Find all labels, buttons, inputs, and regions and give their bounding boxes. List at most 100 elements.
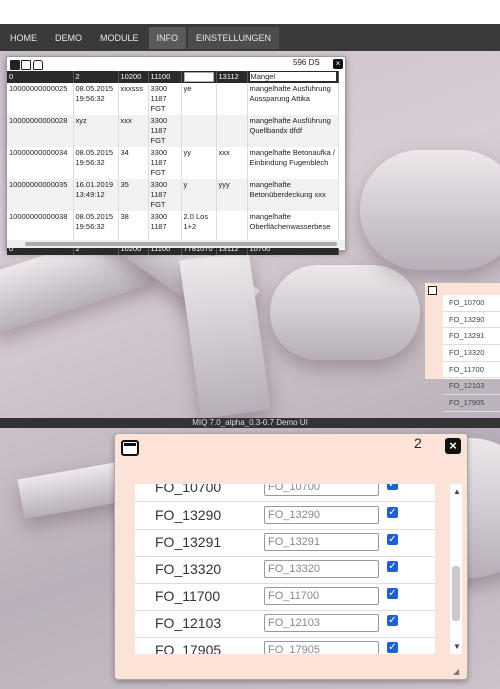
table-cell [181, 115, 217, 148]
filter-input[interactable] [183, 72, 214, 83]
field-checkbox[interactable]: ✓ [387, 642, 398, 653]
scroll-down-icon[interactable]: ▼ [453, 642, 461, 651]
table-cell: y [181, 179, 217, 212]
table-row[interactable]: 10000000000028 xyz xxx 3300 1187 FGT man… [7, 115, 339, 148]
status-bar: MIQ 7.0_alpha_0.3-0.7 Demo UI [0, 418, 500, 428]
menu-module[interactable]: MODULE [92, 27, 147, 49]
list-item[interactable]: FO_11700 [443, 362, 500, 379]
close-icon[interactable]: × [333, 59, 343, 69]
field-checkbox[interactable]: ✓ [387, 588, 398, 599]
field-input[interactable]: FO_11700 [264, 587, 379, 605]
table-cell: 2.0 Los 1+2 [181, 211, 217, 244]
table-cell: mangelhafte Ausführung Aussparung Attika [247, 83, 339, 116]
window-icon[interactable] [10, 60, 20, 70]
data-grid-panel: 596 DS × 0 2 10200 11100 13112 Mangel 10… [6, 56, 346, 256]
table-row[interactable]: 10000000000034 08.05.2015 19:56:32 34 33… [7, 147, 339, 180]
list-item[interactable]: FO_12103 FO_12103 ✓ [135, 610, 435, 638]
table-cell: yyy [216, 179, 248, 212]
list-item[interactable]: FO_11700 FO_11700 ✓ [135, 583, 435, 611]
field-checkbox[interactable]: ✓ [387, 484, 398, 490]
scrollbar-thumb[interactable] [25, 242, 337, 246]
list-item[interactable]: FO_10700 [443, 295, 500, 312]
lock-icon[interactable] [33, 60, 43, 70]
table-cell [216, 211, 248, 244]
table-cell: 10000000000025 [7, 83, 74, 116]
field-checkbox[interactable]: ✓ [387, 615, 398, 626]
header-cell: 10200 [118, 71, 149, 84]
field-input[interactable]: FO_10700 [264, 484, 379, 496]
menu-info[interactable]: INFO [148, 26, 187, 49]
window-icon[interactable] [121, 440, 139, 456]
field-label: FO_13290 [155, 507, 222, 523]
list-item[interactable]: FO_17905 FO_17905 ✓ [135, 637, 435, 654]
table-cell: mangelhafte Oberflächenwasserbese [247, 211, 339, 244]
vertical-scrollbar[interactable]: ▲ ▼ [450, 484, 462, 654]
field-input[interactable]: FO_17905 [264, 641, 379, 654]
table-cell: 34 [118, 147, 149, 180]
side-list: FO_10700 FO_13290 FO_13291 FO_13320 FO_1… [443, 295, 500, 412]
close-icon[interactable]: × [445, 438, 461, 454]
list-item[interactable]: FO_13291 FO_13291 ✓ [135, 529, 435, 557]
scroll-up-icon[interactable]: ▲ [453, 487, 461, 496]
field-label: FO_13320 [155, 561, 222, 577]
table-cell: 16.01.2019 13:49:12 [73, 179, 119, 212]
field-checkbox[interactable]: ✓ [387, 534, 398, 545]
field-input[interactable]: FO_13290 [264, 506, 379, 524]
table-cell: 10000000000034 [7, 147, 74, 180]
table-cell: mangelhafte Betonüberdeckung xxx [247, 179, 339, 212]
header-cell: 13112 [216, 71, 248, 84]
table-cell: 3300 1187 [148, 211, 182, 244]
grid-toolbar: 596 DS × [7, 57, 345, 71]
table-cell: 35 [118, 179, 149, 212]
table-cell: 3300 1187 FGT [148, 115, 182, 148]
table-cell: 10000000000035 [7, 179, 74, 212]
table-row[interactable]: 10000000000025 08.05.2015 19:56:32 xxxss… [7, 83, 339, 116]
resize-handle-icon[interactable]: ◢ [453, 667, 459, 676]
header-cell: 2 [73, 71, 119, 84]
window-icon[interactable] [428, 286, 437, 295]
list-icon[interactable] [21, 60, 31, 70]
table-cell: 3300 1187 FGT [148, 83, 182, 116]
header-filter-cell[interactable] [181, 71, 217, 84]
table-cell: 3300 1187 FGT [148, 147, 182, 180]
list-item[interactable]: FO_13290 [443, 312, 500, 329]
field-input[interactable]: FO_13320 [264, 560, 379, 578]
field-input[interactable]: FO_13291 [264, 533, 379, 551]
list-item[interactable]: FO_13291 [443, 328, 500, 346]
table-cell: 08.05.2015 19:56:32 [73, 211, 119, 244]
selection-count: 2 [414, 435, 422, 451]
field-checkbox[interactable]: ✓ [387, 507, 398, 518]
table-row[interactable]: 10000000000038 08.05.2015 19:56:32 38 33… [7, 211, 339, 244]
table-cell: mangelhafte Ausführung Quellbandx dfdf [247, 115, 339, 148]
header-cell: 0 [7, 71, 74, 84]
list-item[interactable]: FO_13320 [443, 345, 500, 362]
main-menu: HOME DEMO MODULE INFO EINSTELLUNGEN [0, 24, 500, 51]
table-cell: xyz [73, 115, 119, 148]
horizontal-scrollbar[interactable] [7, 240, 345, 248]
table-row[interactable]: 10000000000035 16.01.2019 13:49:12 35 33… [7, 179, 339, 212]
list-item[interactable]: FO_13320 FO_13320 ✓ [135, 556, 435, 584]
table-cell: ye [181, 83, 217, 116]
field-label: FO_11700 [155, 588, 221, 604]
table-cell: 38 [118, 211, 149, 244]
scrollbar-thumb[interactable] [452, 566, 460, 621]
data-table: 0 2 10200 11100 13112 Mangel 10000000000… [7, 71, 339, 256]
list-item[interactable]: FO_10700 FO_10700 ✓ [135, 484, 435, 502]
table-cell: 10000000000028 [7, 115, 74, 148]
menu-einstellungen[interactable]: EINSTELLUNGEN [188, 26, 280, 49]
field-checkbox[interactable]: ✓ [387, 561, 398, 572]
list-item[interactable]: FO_17905 [443, 395, 500, 412]
field-list: FO_10700 FO_10700 ✓ FO_13290 FO_13290 ✓ … [135, 484, 435, 654]
field-input[interactable]: FO_12103 [264, 614, 379, 632]
menu-demo[interactable]: DEMO [47, 27, 90, 49]
table-cell: xxx [216, 147, 248, 180]
table-cell [216, 83, 248, 116]
list-item[interactable]: FO_13290 FO_13290 ✓ [135, 502, 435, 530]
table-cell: xxxsss [118, 83, 149, 116]
list-item[interactable]: FO_12103 [443, 378, 500, 396]
header-filter-cell[interactable]: Mangel [247, 71, 339, 84]
record-count: 596 DS [293, 58, 320, 67]
filter-input-mangel[interactable]: Mangel [249, 72, 336, 81]
menu-home[interactable]: HOME [2, 27, 45, 49]
table-cell: mangelhafte Betonaufka / Einbindung Fuge… [247, 147, 339, 180]
